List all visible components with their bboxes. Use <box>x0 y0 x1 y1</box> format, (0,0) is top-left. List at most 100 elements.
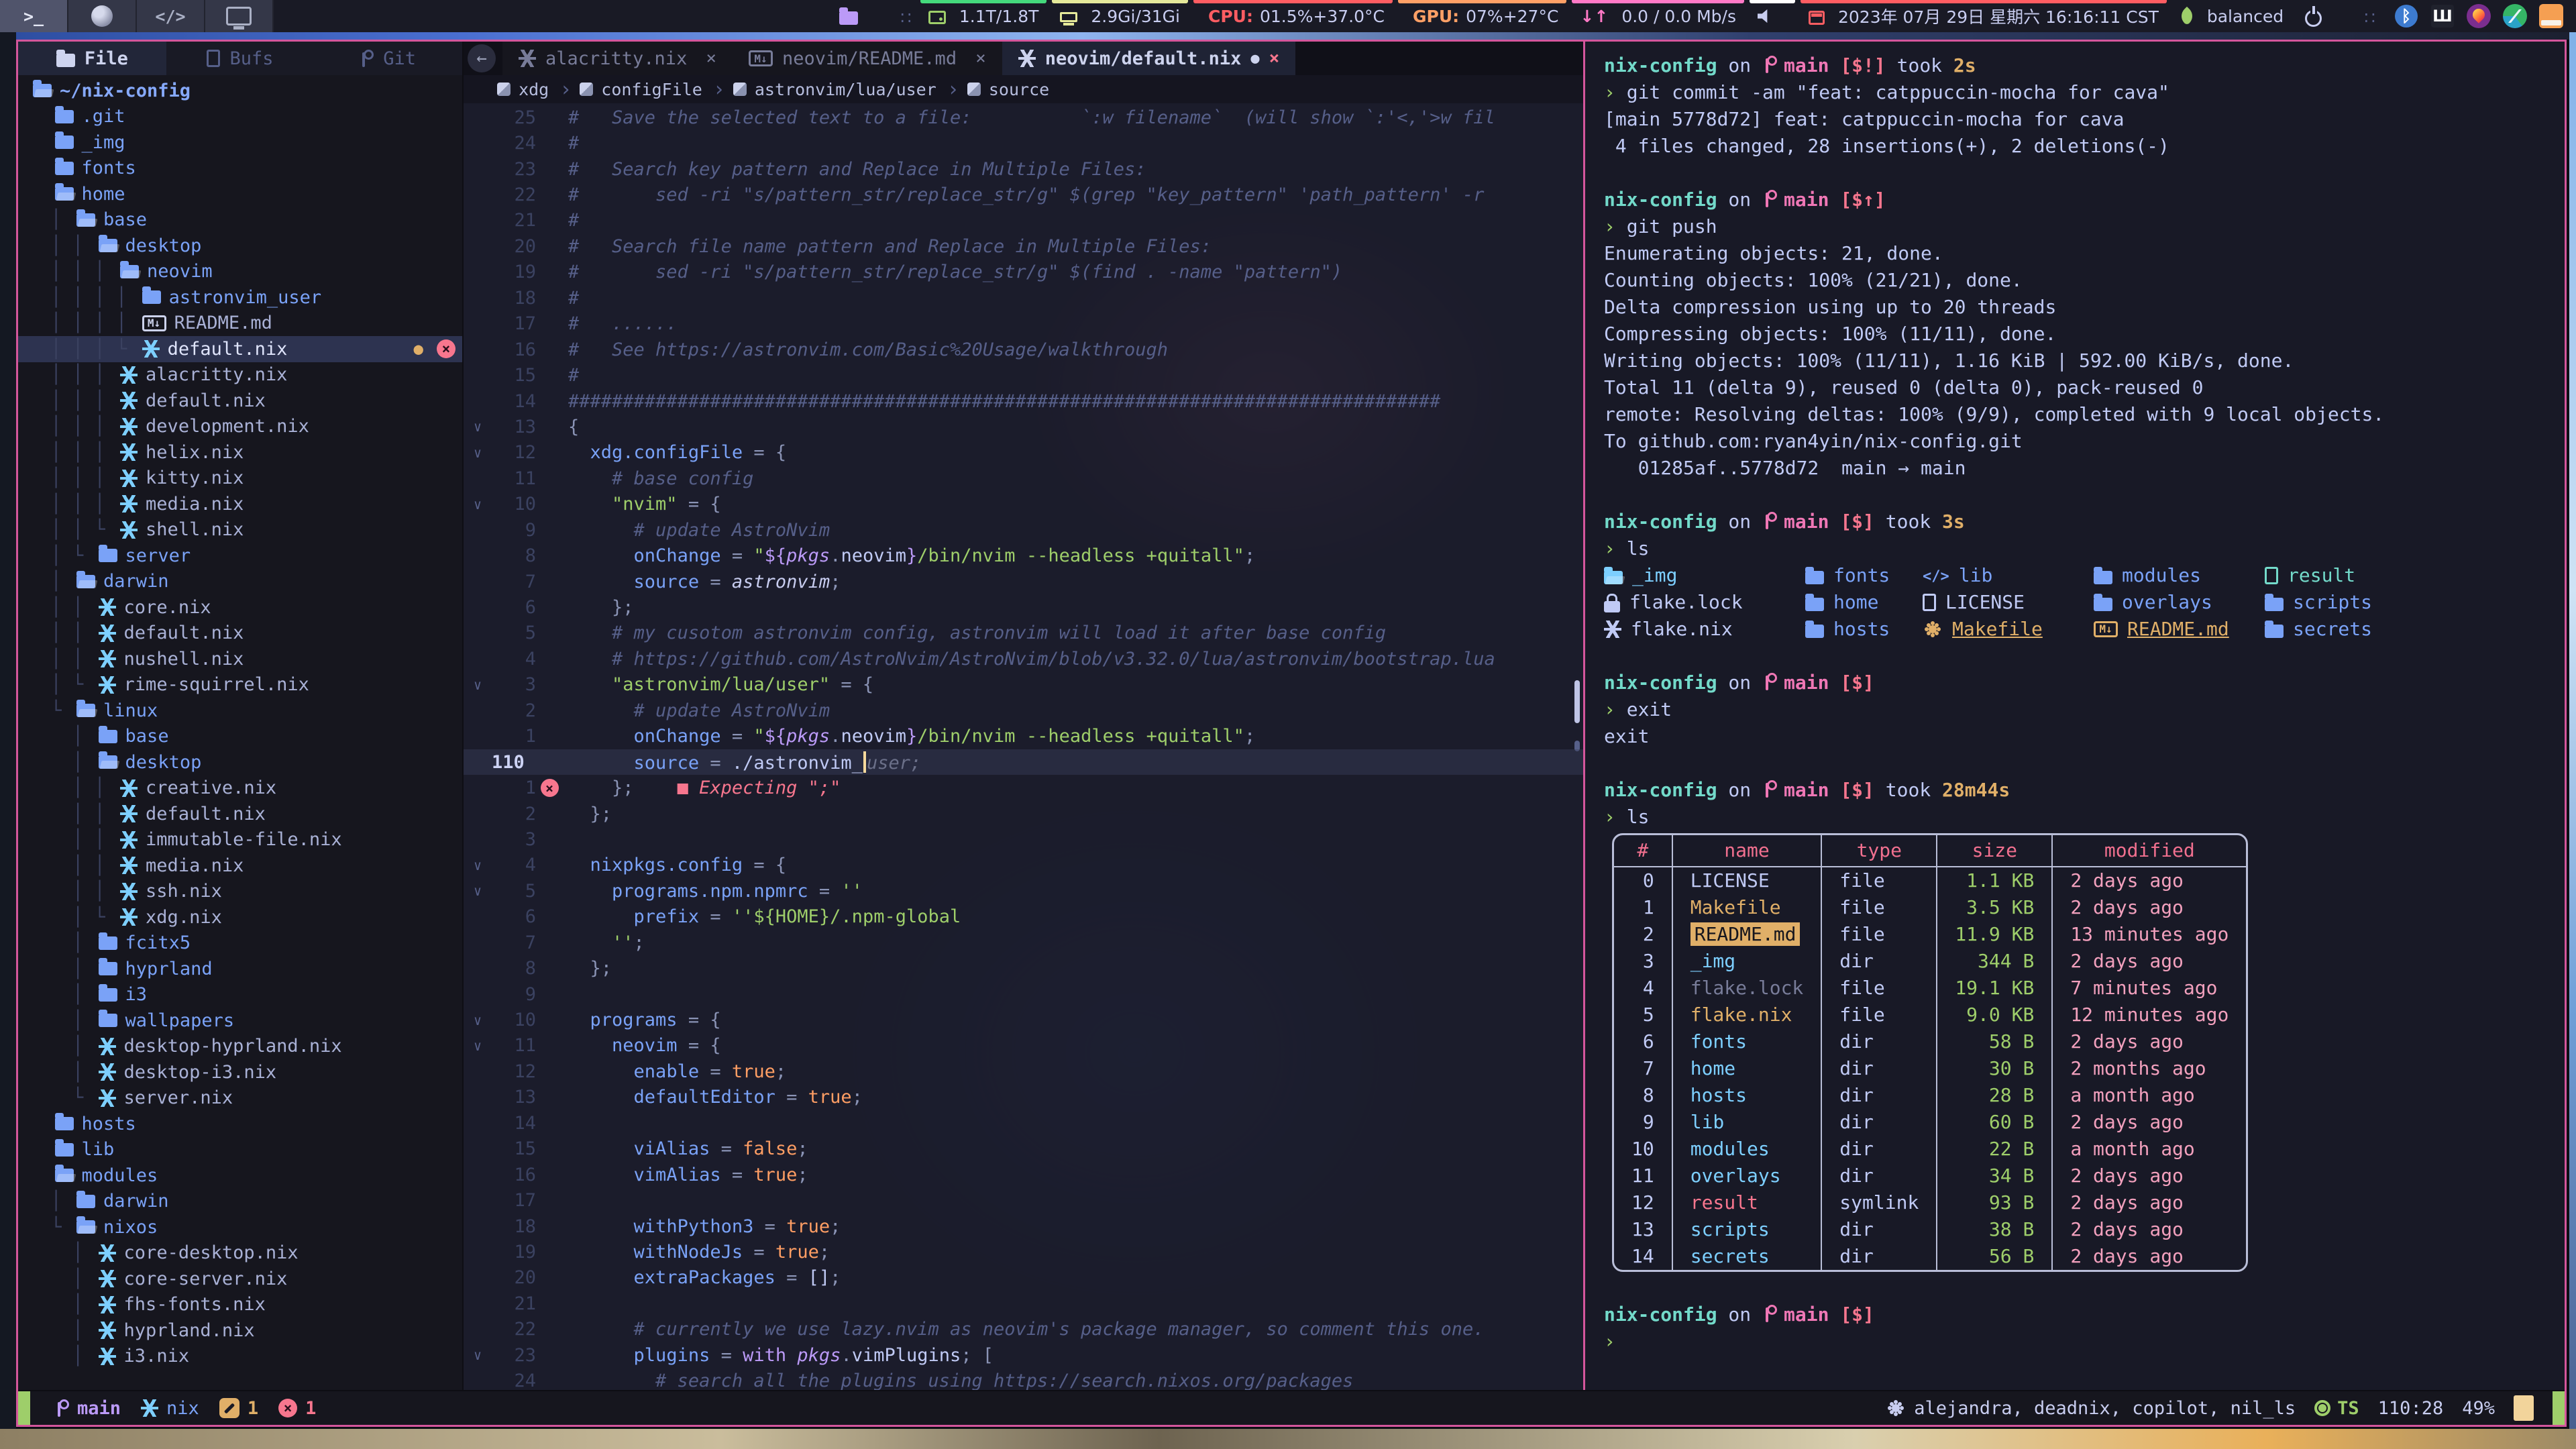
tree-item[interactable]: modules ● <box>18 1163 462 1189</box>
explorer-tab[interactable]: File <box>18 42 166 75</box>
tray-icon[interactable] <box>2466 3 2491 29</box>
stat-label: CPU: <box>1208 7 1253 26</box>
close-tab-icon[interactable]: × <box>706 48 716 68</box>
tree-item[interactable]: .git ● <box>18 104 462 130</box>
tree-item-badges: ● <box>414 1166 455 1185</box>
workspace-button[interactable] <box>0 0 68 32</box>
tree-item[interactable]: │ desktop-i3.nix ● <box>18 1059 462 1085</box>
fold-arrow-icon[interactable]: ∨ <box>464 1012 492 1028</box>
line-number: 2 <box>492 804 536 824</box>
tree-item[interactable]: │ hyprland.nix ● <box>18 1318 462 1344</box>
cell-type: dir <box>1821 1136 1936 1163</box>
tree-item[interactable]: │ │ creative.nix ● <box>18 775 462 802</box>
tree-item[interactable]: │ │ immutable-file.nix ● <box>18 827 462 853</box>
tree-item[interactable]: │ └ xdg.nix ● <box>18 904 462 930</box>
tree-item[interactable]: │ darwin ● <box>18 569 462 595</box>
tray-icon[interactable] <box>2394 3 2419 29</box>
fold-arrow-icon[interactable]: ∨ <box>464 419 492 435</box>
fold-arrow-icon[interactable]: ∨ <box>464 445 492 461</box>
tree-item[interactable]: │ │ │ │ astronvim_user ● <box>18 284 462 311</box>
fold-arrow-icon[interactable]: ∨ <box>464 496 492 513</box>
close-tab-icon[interactable]: × <box>975 48 986 68</box>
tree-item[interactable]: │ base ● <box>18 207 462 233</box>
workspace-button[interactable] <box>137 0 205 32</box>
code-text: xdg.configFile = { <box>563 442 786 463</box>
breadcrumb-item[interactable]: › xdg <box>477 78 549 101</box>
editor-tab[interactable]: neovim/default.nix ● × <box>1002 42 1296 75</box>
sign-column <box>536 1269 563 1287</box>
tree-item[interactable]: │ i3 ● <box>18 982 462 1008</box>
tree-item[interactable]: │ desktop ● <box>18 749 462 775</box>
back-button[interactable]: ← <box>468 44 496 72</box>
tree-item[interactable]: │ │ nushell.nix ● <box>18 646 462 672</box>
tree-item[interactable]: │ │ media.nix ● <box>18 853 462 879</box>
tray-icon[interactable] <box>2430 3 2455 29</box>
workspace-button[interactable] <box>205 0 274 32</box>
tree-item[interactable]: home ● <box>18 181 462 207</box>
code-line: ∨ 17 <box>464 1187 1583 1213</box>
tree-item[interactable]: │ │ default.nix ● <box>18 801 462 827</box>
editor-tab[interactable]: alacritty.nix × <box>502 42 733 75</box>
breadcrumb-item[interactable]: › astronvim/lua/user <box>713 78 936 101</box>
tree-item[interactable]: │ │ │ alacritty.nix ● <box>18 362 462 388</box>
tree-item[interactable]: │ wallpapers ● <box>18 1008 462 1034</box>
tree-item[interactable]: │ │ │ kitty.nix ● <box>18 466 462 492</box>
tree-item[interactable]: │ │ └ shell.nix ● <box>18 517 462 543</box>
tree-item[interactable]: _img ● <box>18 129 462 156</box>
tree-item-label: base <box>125 726 169 747</box>
tree-item[interactable]: fonts ● <box>18 156 462 182</box>
terminal-pane[interactable]: nix-config on main [$!] took 2s› git com… <box>1585 42 2565 1390</box>
close-tab-icon[interactable]: × <box>1269 48 1280 68</box>
tray-icon[interactable] <box>2538 3 2564 29</box>
sign-column <box>536 1218 563 1236</box>
workspace-button[interactable] <box>68 0 137 32</box>
tree-item[interactable]: │ │ │ default.nix ● <box>18 388 462 414</box>
tree-item[interactable]: └ linux ● <box>18 698 462 724</box>
tree-item[interactable]: │ │ default.nix ● <box>18 621 462 647</box>
tree-item-icon <box>55 110 74 123</box>
fold-arrow-icon[interactable]: ∨ <box>464 857 492 873</box>
code-area[interactable]: ∨ 25 # Save the selected text to a file:… <box>464 103 1583 1390</box>
tree-item[interactable]: ~/nix-config ● <box>18 78 462 104</box>
tree-item[interactable]: │ core-desktop.nix ● <box>18 1240 462 1267</box>
tree-item[interactable]: │ └ server ● <box>18 543 462 569</box>
fold-arrow-icon[interactable]: ∨ <box>464 1347 492 1363</box>
explorer-tab[interactable]: Git <box>314 42 462 75</box>
tree-item[interactable]: │ │ core.nix ● <box>18 594 462 621</box>
tree-item-badges: ● <box>414 469 455 488</box>
tree-item[interactable]: │ │ │ └ default.nix ● <box>18 336 462 362</box>
tray-icon[interactable] <box>2502 3 2528 29</box>
tree-item[interactable]: │ darwin ● <box>18 1189 462 1215</box>
fold-arrow-icon[interactable]: ∨ <box>464 677 492 693</box>
tree-item[interactable]: │ │ │ helix.nix ● <box>18 439 462 466</box>
tree-item[interactable]: lib ● <box>18 1137 462 1163</box>
tree-item[interactable]: hosts ● <box>18 1111 462 1137</box>
tree-item[interactable]: │ └ rime-squirrel.nix ● <box>18 672 462 698</box>
tree-item[interactable]: │ │ │ neovim ● <box>18 259 462 285</box>
tree-item[interactable]: └ server.nix ● <box>18 1085 462 1112</box>
explorer-tab[interactable]: Bufs <box>166 42 315 75</box>
tree-item[interactable]: │ core-server.nix ● <box>18 1266 462 1292</box>
sign-column <box>536 495 563 513</box>
tree-item[interactable]: │ desktop-hyprland.nix ● <box>18 1034 462 1060</box>
fold-arrow-icon[interactable]: ∨ <box>464 1038 492 1054</box>
tree-item[interactable]: │ base ● <box>18 724 462 750</box>
tree-item[interactable]: │ fcitx5 ● <box>18 930 462 957</box>
tree-item[interactable]: │ hyprland ● <box>18 956 462 982</box>
tree-item[interactable]: │ │ │ │ README.md ● <box>18 311 462 337</box>
tree-item[interactable]: │ │ │ media.nix ● <box>18 491 462 517</box>
tree-item[interactable]: └ nixos ● <box>18 1214 462 1240</box>
stat-segment: CPU: 01.5%+37.0°C <box>1191 0 1395 32</box>
breadcrumb-item[interactable]: › configFile <box>559 78 702 101</box>
tree-item[interactable]: │ │ desktop ● <box>18 233 462 259</box>
fold-arrow-icon[interactable]: ∨ <box>464 883 492 899</box>
tree-item[interactable]: │ i3.nix ● <box>18 1344 462 1370</box>
breadcrumb-item[interactable]: › source <box>947 78 1049 101</box>
tree-item[interactable]: │ │ ssh.nix ● <box>18 879 462 905</box>
editor-tab[interactable]: neovim/README.md × <box>733 42 1002 75</box>
tree-item-label: .git <box>82 106 125 127</box>
tree-item-icon <box>99 755 117 769</box>
tree-item[interactable]: │ │ │ development.nix ● <box>18 414 462 440</box>
code-line: ∨ 4 # https://github.com/AstroNvim/Astro… <box>464 646 1583 672</box>
tree-item[interactable]: │ fhs-fonts.nix ● <box>18 1292 462 1318</box>
